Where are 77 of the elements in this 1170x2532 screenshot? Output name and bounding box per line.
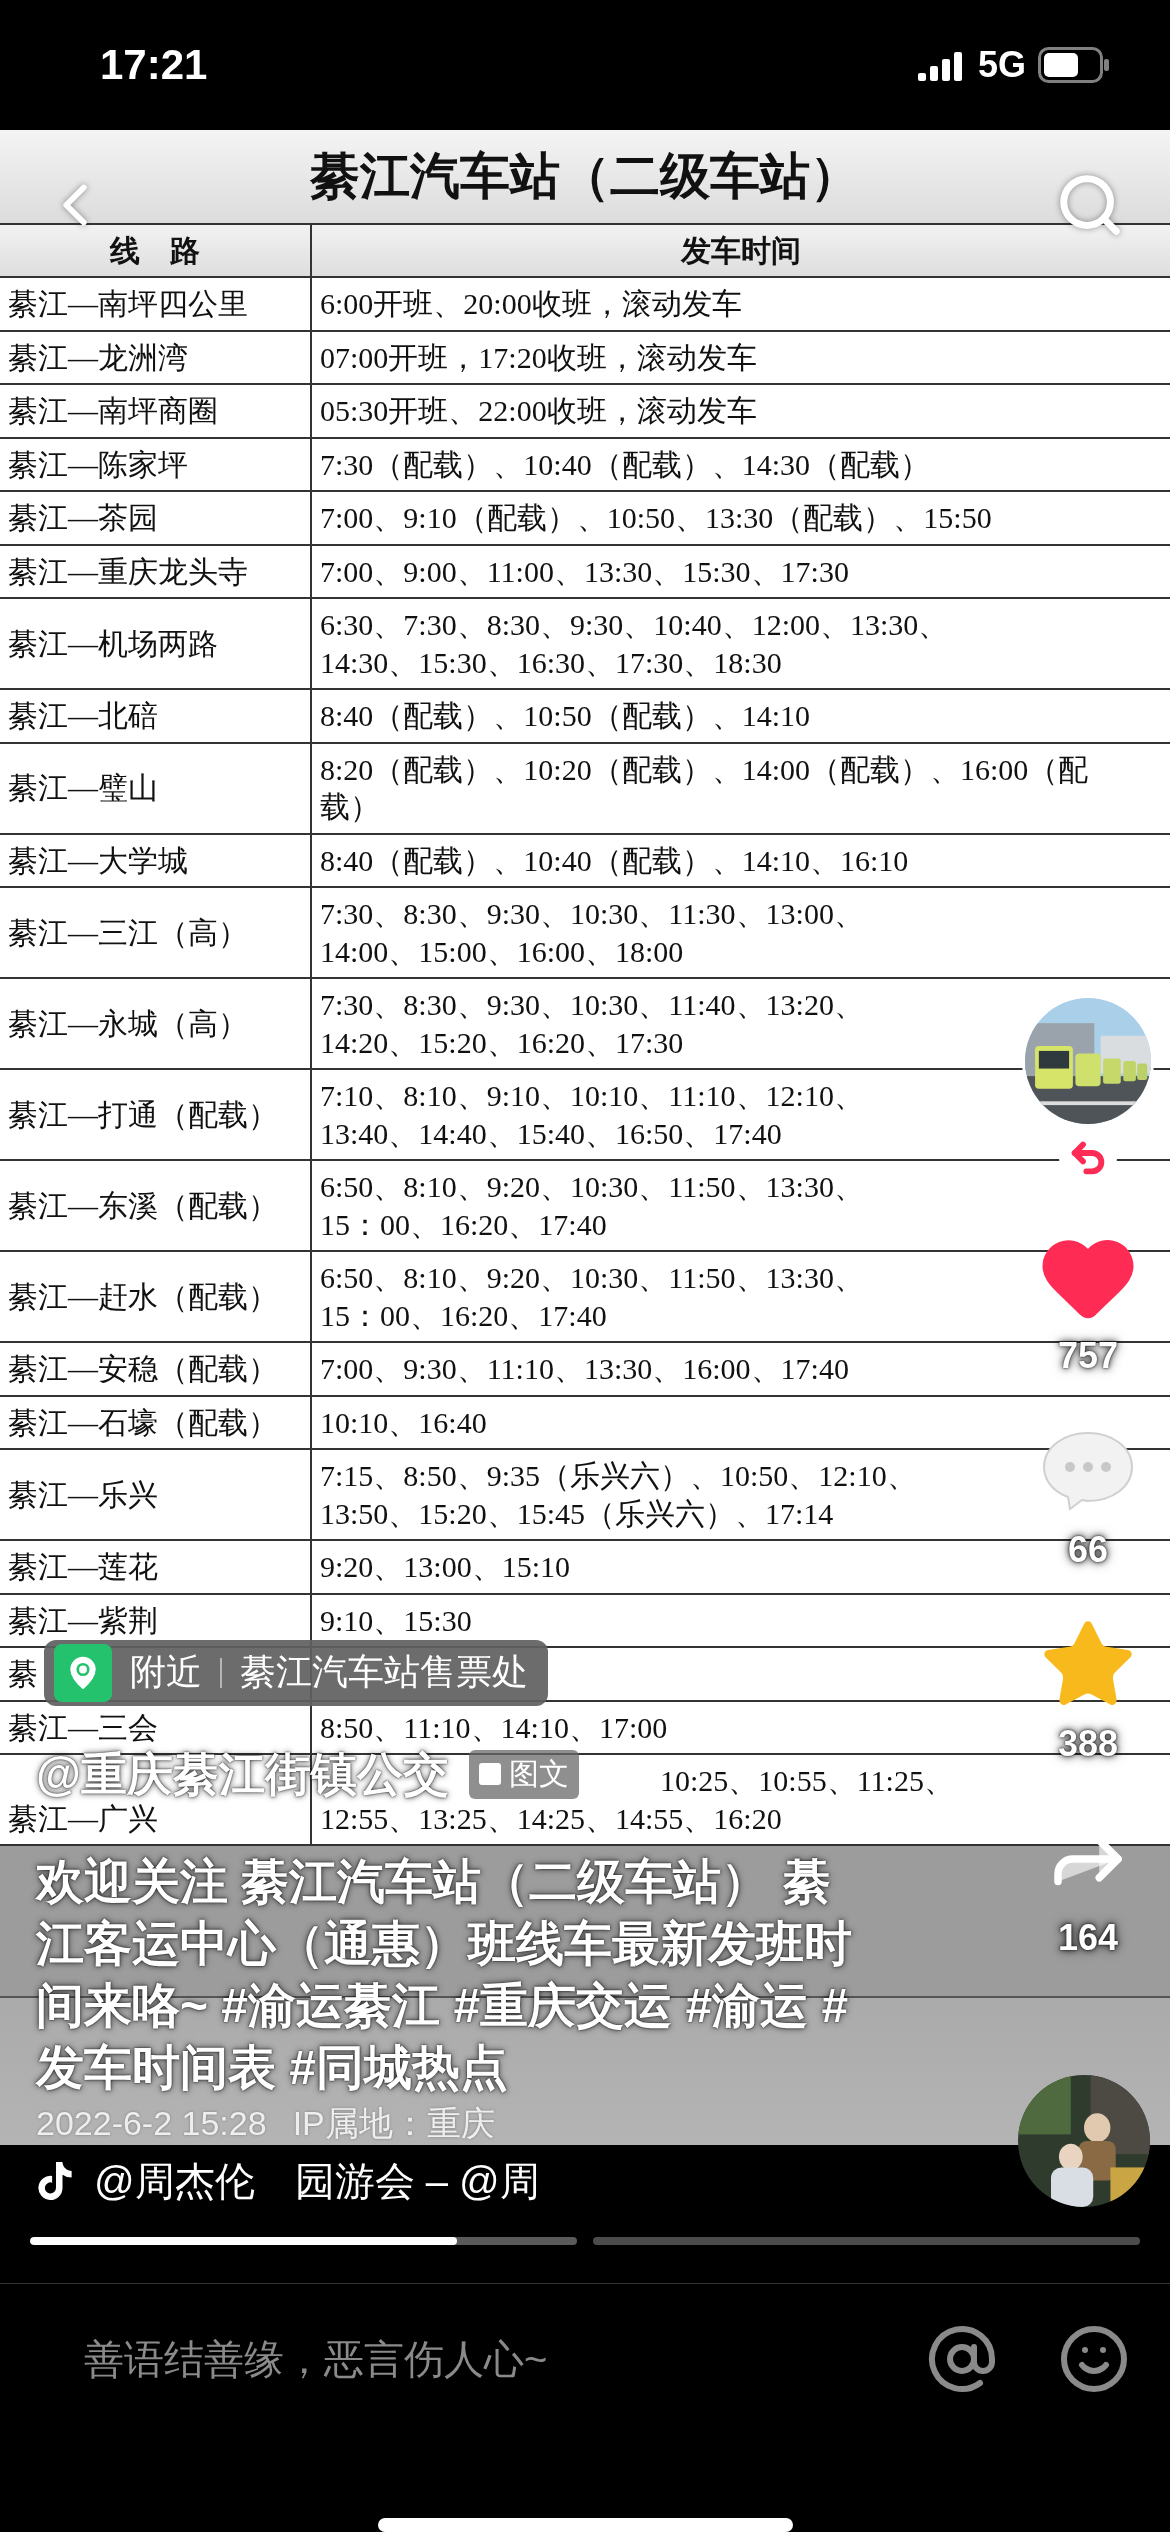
music-title[interactable]: @周杰伦 园游会 – @周 [94, 2153, 540, 2209]
departure-times: 7:00、9:00、11:00、13:30、15:30、17:30 [320, 553, 849, 590]
departure-times: 15：00、16:20、17:40 [320, 1206, 607, 1243]
route-name: 綦 [8, 1656, 38, 1693]
departure-times: 07:00开班，17:20收班，滚动发车 [320, 339, 757, 376]
mention-button[interactable] [926, 2323, 998, 2395]
column-header: 线 路 [110, 232, 200, 269]
emoji-button[interactable] [1058, 2323, 1130, 2395]
route-name: 綦江—陈家坪 [8, 446, 188, 483]
route-name: 綦江—东溪（配载） [8, 1187, 278, 1224]
route-name: 綦江—重庆龙头寺 [8, 553, 248, 590]
departure-times: 6:50、8:10、9:20、10:30、11:50、13:30、 [320, 1260, 864, 1297]
nearby-location[interactable]: 附近 綦江汽车站售票处 [44, 1639, 548, 1706]
page-progress[interactable] [30, 2237, 577, 2245]
route-name: 綦江—三江（高） [8, 914, 248, 951]
departure-times: 7:30、8:30、9:30、10:30、11:30、13:00、 [320, 896, 864, 933]
route-name: 綦江—打通（配载） [8, 1096, 278, 1133]
departure-times: 10:10、16:40 [320, 1404, 487, 1441]
place-name: 綦江汽车站售票处 [240, 1650, 528, 1695]
action-count: 757 [1057, 1334, 1119, 1377]
departure-times: 13:50、15:20、15:45（乐兴六）、17:14 [320, 1495, 834, 1532]
route-name: 綦江—赶水（配载） [8, 1278, 278, 1315]
departure-times: 6:30、7:30、8:30、9:30、10:40、12:00、13:30、 [320, 607, 949, 644]
action-count: 164 [1057, 1916, 1119, 1959]
departure-times: 7:15、8:50、9:35（乐兴六）、10:50、12:10、 [320, 1458, 917, 1495]
column-header: 发车时间 [681, 232, 801, 269]
route-name: 綦江—璧山 [8, 770, 158, 807]
departure-times: 6:00开班、20:00收班，滚动发车 [320, 286, 742, 323]
post-type-tag: 图文 [468, 1749, 579, 1799]
route-name: 綦江—茶园 [8, 500, 158, 537]
departure-times: 7:30（配载）、10:40（配载）、14:30（配载） [320, 446, 930, 483]
smiley-icon [1058, 2323, 1130, 2395]
network-type: 5G [977, 43, 1026, 86]
route-name: 綦江—永城（高） [8, 1005, 248, 1042]
departure-times: 8:50、11:10、14:10、17:00 [320, 1709, 668, 1746]
route-name: 綦江—机场两路 [8, 625, 218, 662]
departure-times: 7:00、9:30、11:10、13:30、16:00、17:40 [320, 1351, 849, 1388]
departure-times: 8:40（配载）、10:40（配载）、14:10、16:10 [320, 842, 909, 879]
departure-times: 9:20、13:00、15:10 [320, 1549, 570, 1586]
route-name: 綦江—石壕（配载） [8, 1404, 278, 1441]
departure-times: 6:50、8:10、9:20、10:30、11:50、13:30、 [320, 1169, 864, 1206]
departure-times: 9:10、15:30 [320, 1602, 472, 1639]
route-name: 綦江—紫荆 [8, 1602, 158, 1639]
route-name: 綦江—广兴 [8, 1800, 158, 1837]
timetable-title: 綦江汽车站（二级车站） [310, 146, 860, 206]
departure-times: 14:00、15:00、16:00、18:00 [320, 933, 684, 970]
departure-times: 7:00、9:10（配载）、10:50、13:30（配载）、15:50 [320, 500, 992, 537]
at-sign-icon [926, 2323, 998, 2395]
music-note-icon [36, 2162, 74, 2200]
nearby-label: 附近 [130, 1650, 202, 1695]
departure-times: 12:55、13:25、14:25、14:55、16:20 [320, 1800, 782, 1837]
status-time: 17:21 [100, 40, 208, 89]
battery-icon [1038, 46, 1110, 83]
departure-times: 8:20（配载）、10:20（配载）、14:00（配载）、16:00（配 [320, 751, 1089, 788]
ip-location: IP属地：重庆 [292, 2102, 495, 2143]
comment-field[interactable]: 善语结善缘，恶言伤人心~ [82, 2335, 866, 2383]
route-name: 綦江—莲花 [8, 1549, 158, 1586]
route-name: 綦江—三会 [8, 1709, 158, 1746]
departure-times: 05:30开班、22:00收班，滚动发车 [320, 393, 757, 430]
departure-times: 10:25、10:55、11:25、 [660, 1763, 954, 1800]
route-name: 綦江—北碚 [8, 698, 158, 735]
route-name: 綦江—大学城 [8, 842, 188, 879]
route-name: 綦江—龙洲湾 [8, 339, 188, 376]
route-name: 綦江—乐兴 [8, 1476, 158, 1513]
departure-times: 7:30、8:30、9:30、10:30、11:40、13:20、 [320, 987, 864, 1024]
departure-times: 15：00、16:20、17:40 [320, 1297, 607, 1334]
departure-times: 13:40、14:40、15:40、16:50、17:40 [320, 1115, 782, 1152]
departure-times: 14:30、15:30、16:30、17:30、18:30 [320, 644, 782, 681]
route-name: 綦江—安稳（配载） [8, 1351, 278, 1388]
departure-times: 8:40（配载）、10:50（配载）、14:10 [320, 698, 810, 735]
departure-times: 7:10、8:10、9:10、10:10、11:10、12:10、 [320, 1078, 864, 1115]
departure-times: 载） [320, 789, 380, 826]
location-pin-icon [54, 1643, 112, 1702]
departure-times: 14:20、15:20、16:20、17:30 [320, 1024, 684, 1061]
route-name: 綦江—南坪四公里 [8, 286, 248, 323]
post-date: 2022-6-2 15:28 [36, 2102, 267, 2143]
route-name: 綦江—南坪商圈 [8, 393, 218, 430]
